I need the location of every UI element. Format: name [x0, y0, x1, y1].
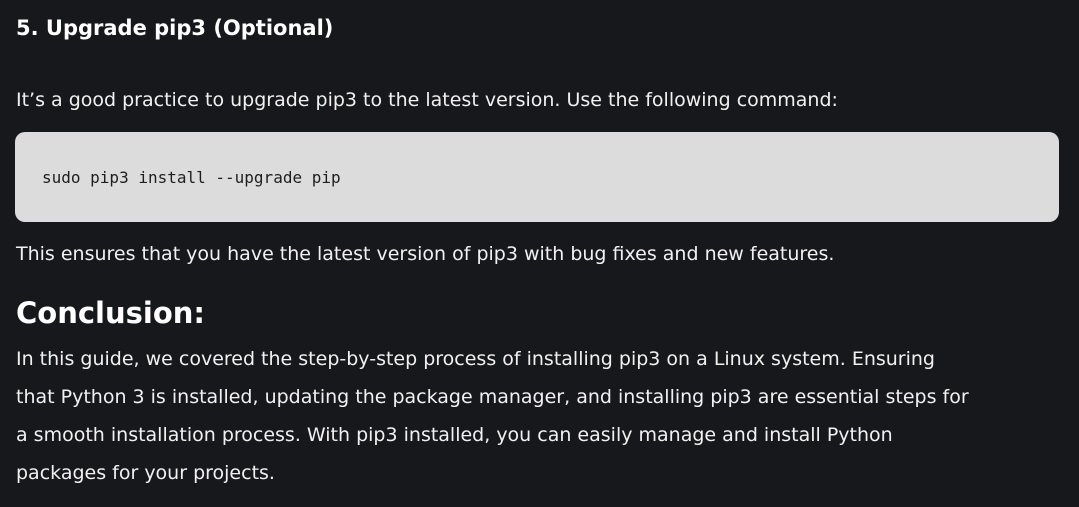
- intro-paragraph: It’s a good practice to upgrade pip3 to …: [16, 89, 838, 111]
- conclusion-heading: Conclusion:: [16, 296, 205, 330]
- conclusion-line: In this guide, we covered the step-by-st…: [16, 348, 935, 370]
- result-paragraph: This ensures that you have the latest ve…: [16, 243, 835, 265]
- conclusion-line: a smooth installation process. With pip3…: [16, 424, 893, 446]
- conclusion-line: that Python 3 is installed, updating the…: [16, 386, 969, 408]
- code-command[interactable]: sudo pip3 install --upgrade pip: [42, 168, 341, 187]
- conclusion-paragraph: In this guide, we covered the step-by-st…: [16, 340, 1071, 492]
- step-heading: 5. Upgrade pip3 (Optional): [16, 16, 334, 40]
- conclusion-line: packages for your projects.: [16, 462, 275, 484]
- code-block[interactable]: sudo pip3 install --upgrade pip: [15, 132, 1059, 222]
